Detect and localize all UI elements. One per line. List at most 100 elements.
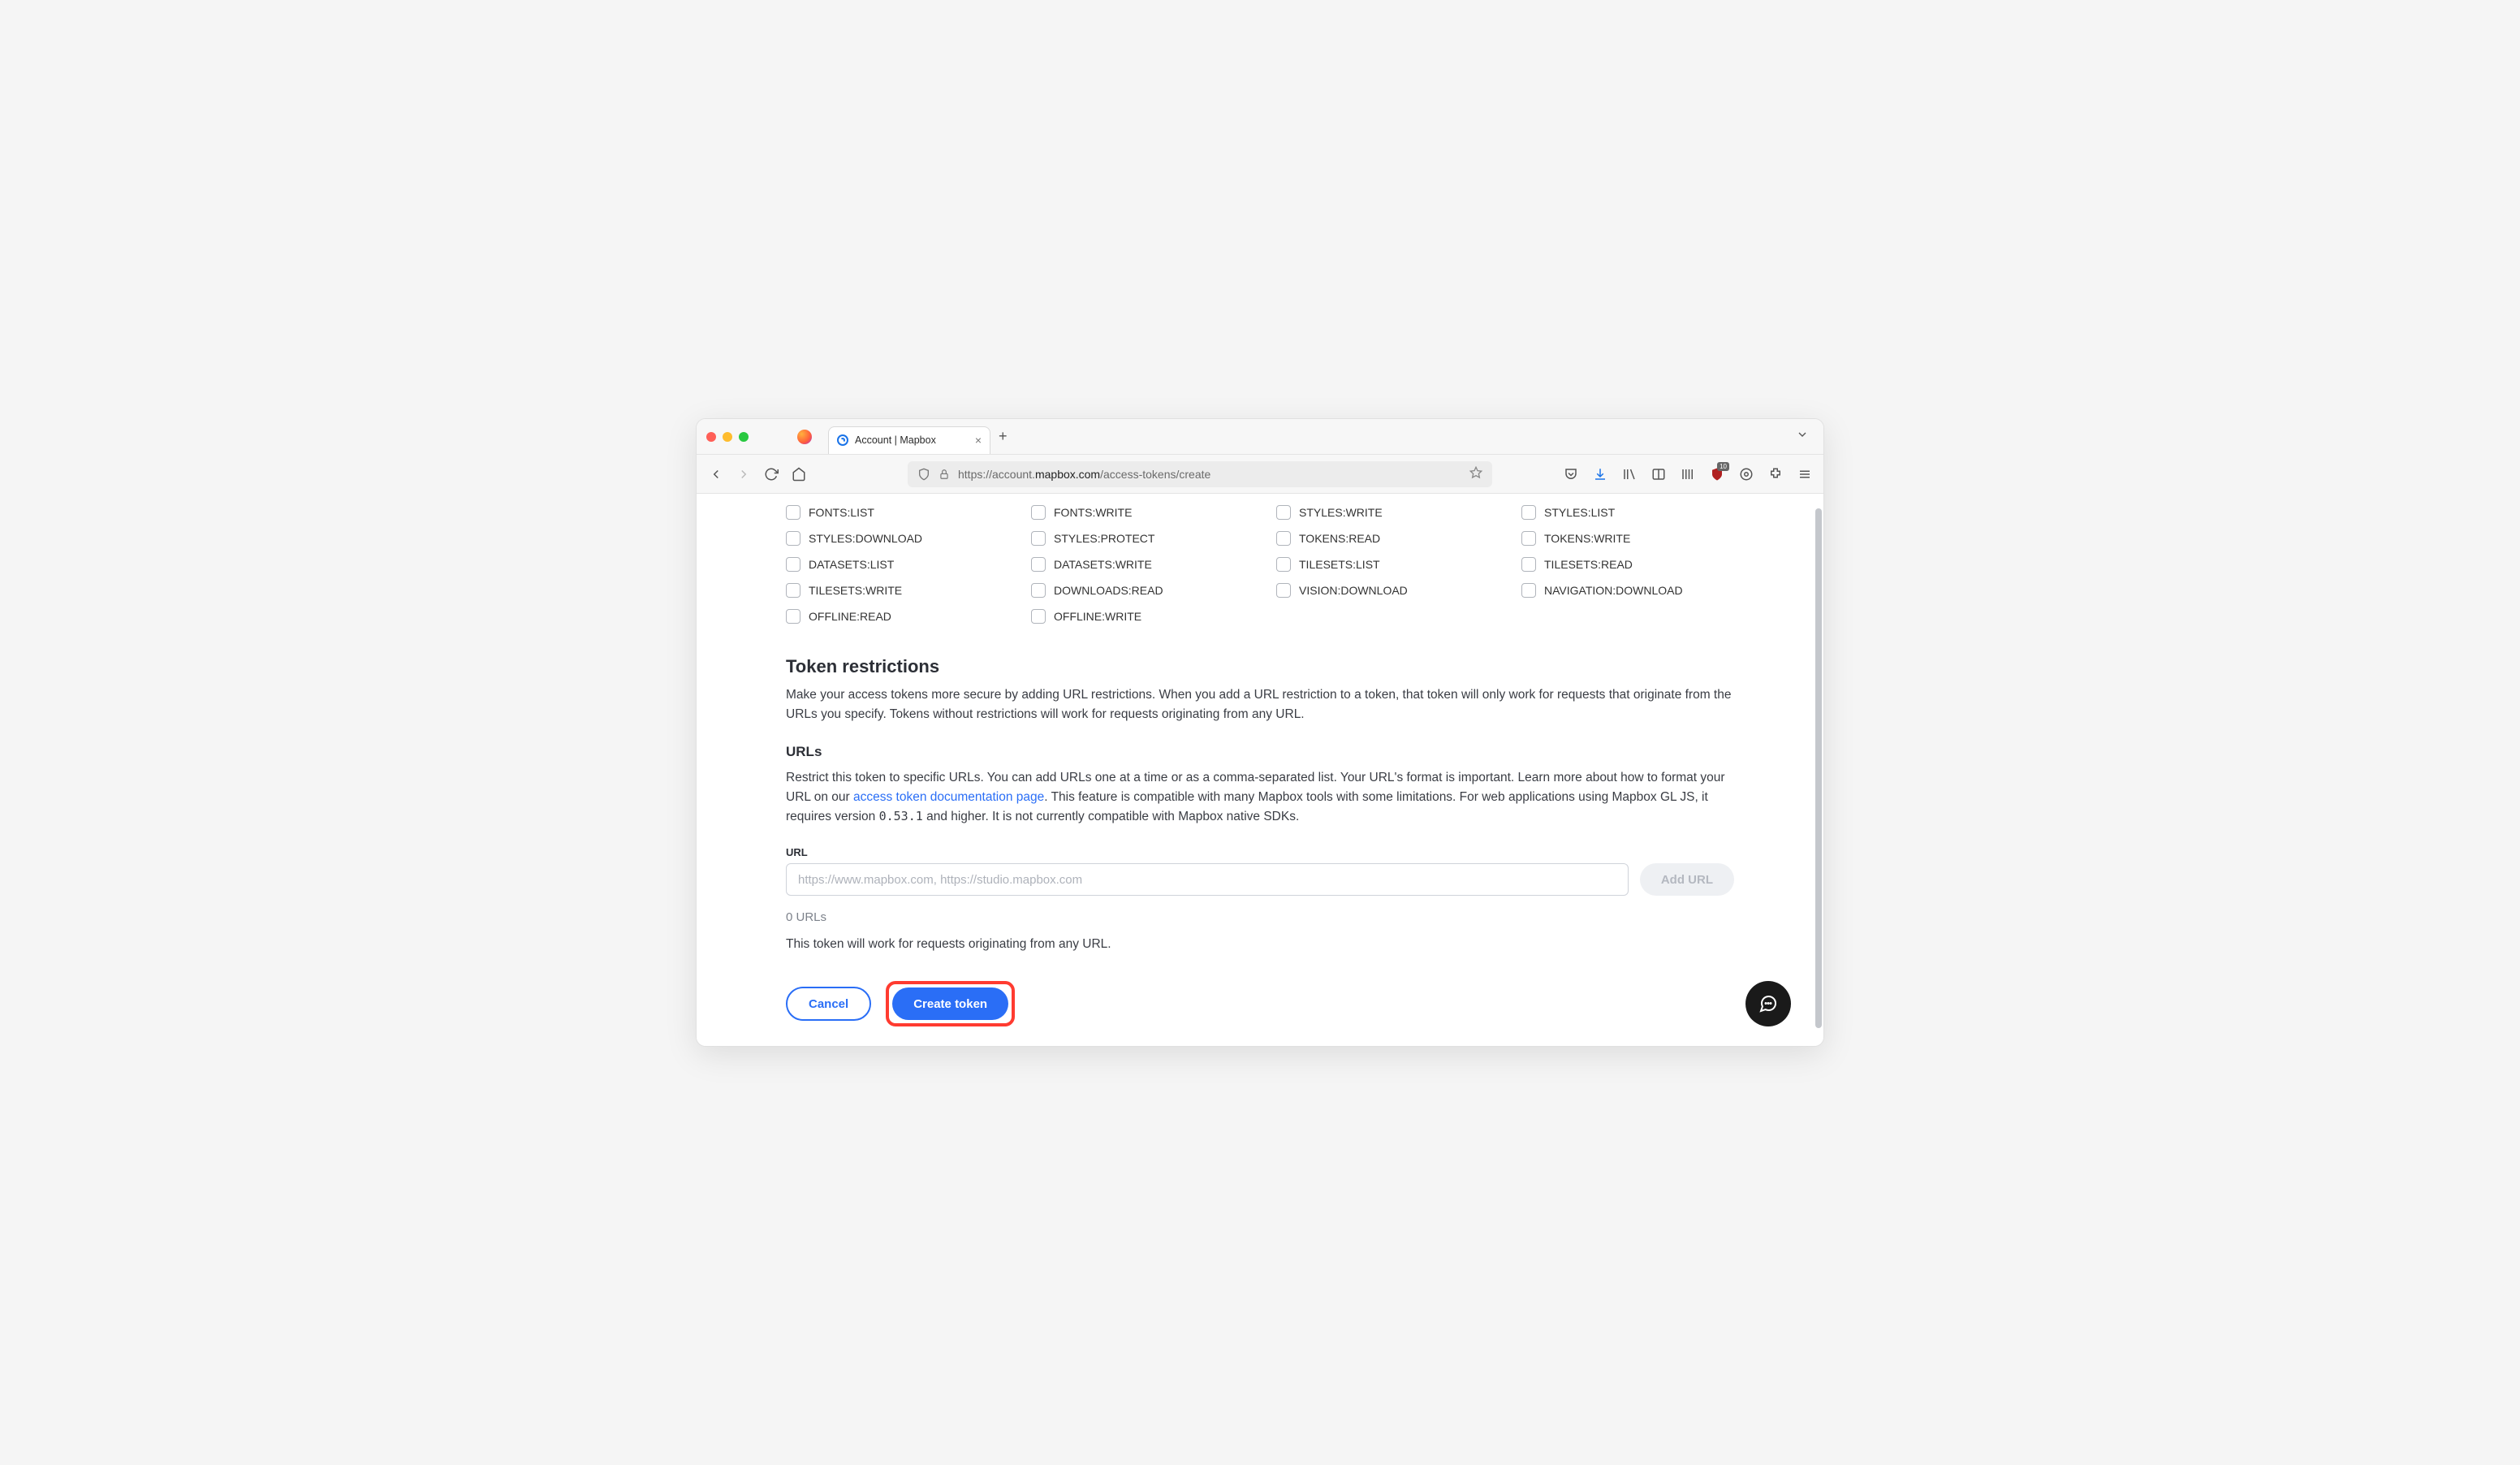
browser-tab[interactable]: Account | Mapbox ×: [828, 426, 990, 454]
scope-checkbox-input[interactable]: [786, 531, 800, 546]
scope-checkbox[interactable]: FONTS:WRITE: [1031, 505, 1244, 520]
scope-label: FONTS:LIST: [809, 506, 874, 519]
scope-checkbox[interactable]: TILESETS:WRITE: [786, 583, 999, 598]
docs-link[interactable]: access token documentation page: [853, 790, 1044, 804]
scope-checkbox[interactable]: VISION:DOWNLOAD: [1276, 583, 1489, 598]
scope-checkbox[interactable]: TILESETS:LIST: [1276, 557, 1489, 572]
scope-checkbox-input[interactable]: [1276, 505, 1291, 520]
firefox-icon: [797, 430, 812, 444]
scope-label: TOKENS:READ: [1299, 532, 1380, 545]
scope-checkbox[interactable]: TOKENS:WRITE: [1521, 531, 1734, 546]
tabs-dropdown-icon[interactable]: [1796, 428, 1809, 445]
create-button-highlight: Create token: [886, 981, 1015, 1026]
sidebar-icon[interactable]: [1651, 467, 1666, 482]
scope-checkbox-input[interactable]: [1276, 557, 1291, 572]
permissions-icon[interactable]: [1739, 467, 1754, 482]
scope-label: NAVIGATION:DOWNLOAD: [1544, 584, 1683, 597]
scope-checkbox-input[interactable]: [786, 505, 800, 520]
address-bar[interactable]: https://account.mapbox.com/access-tokens…: [908, 461, 1492, 487]
back-button[interactable]: [708, 466, 724, 482]
scope-label: OFFLINE:WRITE: [1054, 610, 1141, 623]
page-content: FONTS:LIST FONTS:WRITE STYLES:WRITE STYLES:…: [697, 494, 1823, 1046]
scope-label: DATASETS:WRITE: [1054, 558, 1152, 571]
scope-checkbox[interactable]: NAVIGATION:DOWNLOAD: [1521, 583, 1734, 598]
chat-icon: [1758, 994, 1778, 1013]
version-code: 0.53.1: [879, 809, 923, 823]
extensions-icon[interactable]: [1768, 467, 1783, 482]
scope-label: DOWNLOADS:READ: [1054, 584, 1163, 597]
scope-checkbox[interactable]: TOKENS:READ: [1276, 531, 1489, 546]
add-url-button[interactable]: Add URL: [1640, 863, 1734, 896]
forward-button[interactable]: [736, 466, 752, 482]
scope-checkbox-input[interactable]: [1521, 583, 1536, 598]
url-input[interactable]: [786, 863, 1629, 896]
url-count: 0 URLs: [786, 910, 1734, 924]
scope-checkbox-input[interactable]: [1521, 557, 1536, 572]
scope-checkbox[interactable]: FONTS:LIST: [786, 505, 999, 520]
scope-checkbox-input[interactable]: [1031, 557, 1046, 572]
scope-label: STYLES:PROTECT: [1054, 532, 1154, 545]
titlebar: Account | Mapbox × +: [697, 419, 1823, 455]
scope-checkbox-input[interactable]: [1031, 583, 1046, 598]
form-actions: Cancel Create token: [786, 981, 1734, 1026]
menu-icon[interactable]: [1797, 467, 1812, 482]
toolbar-right: 10: [1564, 467, 1812, 482]
pocket-icon[interactable]: [1564, 467, 1578, 482]
scope-checkbox-input[interactable]: [786, 557, 800, 572]
scrollbar-track: [1815, 494, 1822, 1046]
tab-close-icon[interactable]: ×: [975, 434, 982, 447]
scope-label: STYLES:LIST: [1544, 506, 1615, 519]
scope-label: TILESETS:WRITE: [809, 584, 902, 597]
window-minimize-button[interactable]: [723, 432, 732, 442]
window-close-button[interactable]: [706, 432, 716, 442]
home-button[interactable]: [791, 466, 807, 482]
tab-favicon: [837, 434, 848, 446]
downloads-icon[interactable]: [1593, 467, 1607, 482]
library-icon[interactable]: [1622, 467, 1637, 482]
scope-checkbox[interactable]: STYLES:PROTECT: [1031, 531, 1244, 546]
scope-checkbox-input[interactable]: [1031, 505, 1046, 520]
tab-title: Account | Mapbox: [855, 434, 936, 446]
scope-checkbox[interactable]: DATASETS:WRITE: [1031, 557, 1244, 572]
scope-checkbox-input[interactable]: [1521, 505, 1536, 520]
scope-checkbox[interactable]: OFFLINE:READ: [786, 609, 999, 624]
scope-checkbox[interactable]: STYLES:DOWNLOAD: [786, 531, 999, 546]
scope-checkbox-input[interactable]: [786, 583, 800, 598]
reload-button[interactable]: [763, 466, 779, 482]
scope-checkbox[interactable]: OFFLINE:WRITE: [1031, 609, 1244, 624]
scope-checkbox-input[interactable]: [1031, 531, 1046, 546]
scope-checkbox-input[interactable]: [1276, 583, 1291, 598]
scope-checkbox-input[interactable]: [1276, 531, 1291, 546]
scrollbar-thumb[interactable]: [1815, 508, 1822, 1028]
scope-label: TOKENS:WRITE: [1544, 532, 1630, 545]
window-maximize-button[interactable]: [739, 432, 749, 442]
urls-desc: Restrict this token to specific URLs. Yo…: [786, 768, 1734, 827]
url-text: https://account.mapbox.com/access-tokens…: [958, 468, 1210, 481]
new-tab-button[interactable]: +: [999, 428, 1008, 445]
urls-heading: URLs: [786, 744, 1734, 760]
url-row: Add URL: [786, 863, 1734, 896]
scope-label: OFFLINE:READ: [809, 610, 891, 623]
scopes-grid: FONTS:LIST FONTS:WRITE STYLES:WRITE STYLES:…: [786, 505, 1734, 624]
cancel-button[interactable]: Cancel: [786, 987, 871, 1021]
scope-checkbox[interactable]: TILESETS:READ: [1521, 557, 1734, 572]
bookmark-star-icon[interactable]: [1469, 466, 1482, 482]
traffic-lights: [706, 432, 749, 442]
scope-label: DATASETS:LIST: [809, 558, 894, 571]
lock-icon: [939, 469, 950, 480]
create-token-button[interactable]: Create token: [892, 987, 1008, 1020]
scope-checkbox-input[interactable]: [1521, 531, 1536, 546]
scope-checkbox[interactable]: DOWNLOADS:READ: [1031, 583, 1244, 598]
scope-checkbox[interactable]: STYLES:WRITE: [1276, 505, 1489, 520]
shield-icon: [917, 468, 930, 481]
browser-toolbar: https://account.mapbox.com/access-tokens…: [697, 455, 1823, 494]
scope-label: TILESETS:LIST: [1299, 558, 1380, 571]
grid-icon[interactable]: [1681, 467, 1695, 482]
url-field-label: URL: [786, 846, 1734, 858]
scope-checkbox[interactable]: DATASETS:LIST: [786, 557, 999, 572]
scope-checkbox-input[interactable]: [1031, 609, 1046, 624]
scope-checkbox-input[interactable]: [786, 609, 800, 624]
ublock-icon[interactable]: 10: [1710, 467, 1724, 482]
chat-fab[interactable]: [1745, 981, 1791, 1026]
scope-checkbox[interactable]: STYLES:LIST: [1521, 505, 1734, 520]
